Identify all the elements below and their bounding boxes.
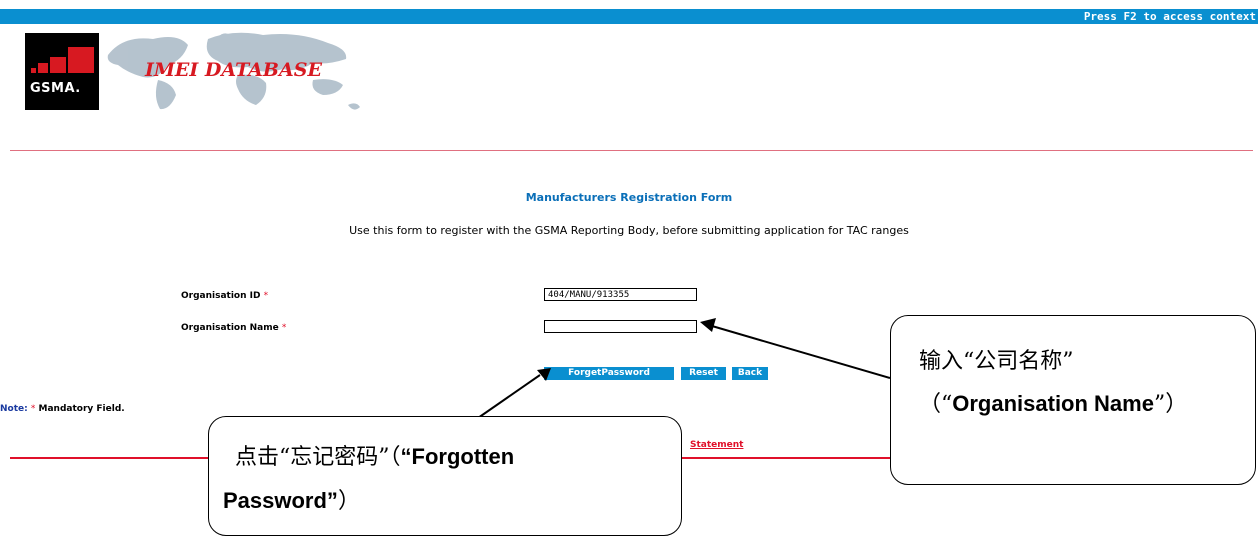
callout-text: Password”） [223,488,360,514]
callout-text: 点击“忘记密码”（“Forgotten [235,444,515,470]
callout-text: 输入“公司名称” [919,349,1074,374]
organisation-name-callout: 输入“公司名称” （“Organisation Name”） [890,315,1256,485]
forgotten-password-callout: 点击“忘记密码”（“Forgotten Password”） [208,416,682,536]
callout-text: （“Organisation Name”） [919,391,1188,417]
